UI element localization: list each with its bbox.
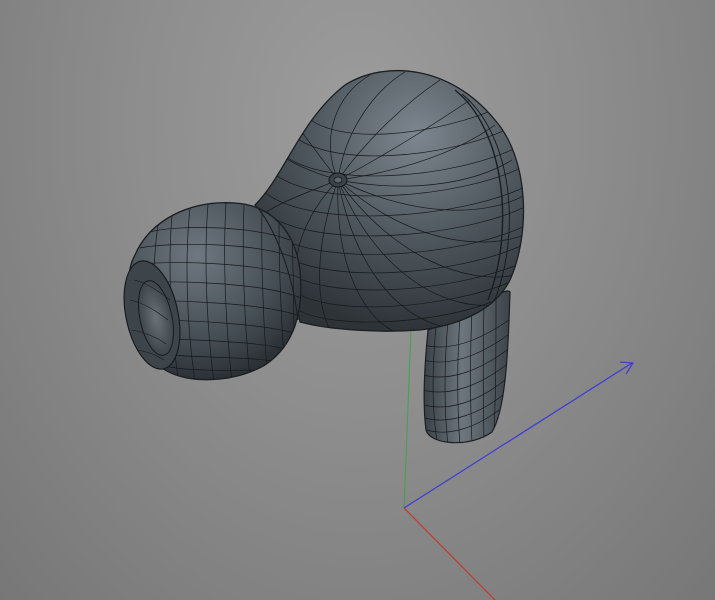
- y-axis: [403, 329, 412, 509]
- x-axis: [403, 507, 496, 600]
- earbud-scene[interactable]: [0, 0, 715, 600]
- vent-ring: [328, 172, 348, 188]
- earbud-tip[interactable]: [115, 202, 302, 383]
- 3d-viewport[interactable]: [0, 0, 715, 600]
